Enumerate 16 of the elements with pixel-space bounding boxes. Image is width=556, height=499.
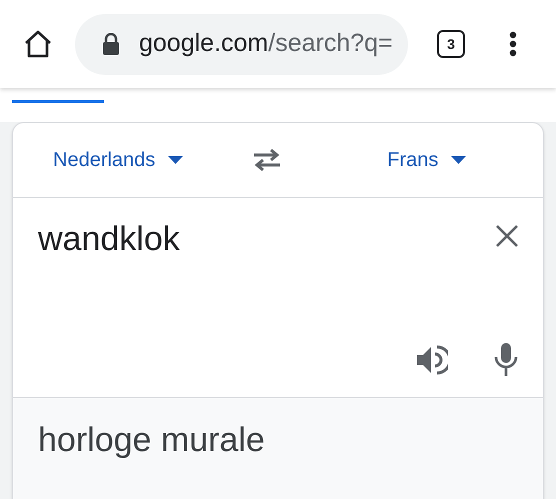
url-host: google.com [139,29,268,58]
url-path: /search?q= [268,29,393,58]
close-icon[interactable] [495,224,519,248]
microphone-icon[interactable] [494,343,518,376]
lock-icon [102,33,120,55]
speaker-icon[interactable] [416,345,448,375]
dropdown-caret-icon [168,156,184,164]
input-text[interactable]: wandklok [38,214,180,265]
menu-icon[interactable] [509,31,517,57]
dropdown-caret-icon [451,156,466,164]
source-language-selector[interactable]: Nederlands [53,145,184,175]
home-icon[interactable] [23,30,53,58]
translation-text: horloge murale [38,420,265,461]
target-language-selector[interactable]: Frans [387,145,466,175]
tab-count[interactable]: 3 [437,30,465,58]
address-bar[interactable]: google.com/search?q= [75,14,408,74]
